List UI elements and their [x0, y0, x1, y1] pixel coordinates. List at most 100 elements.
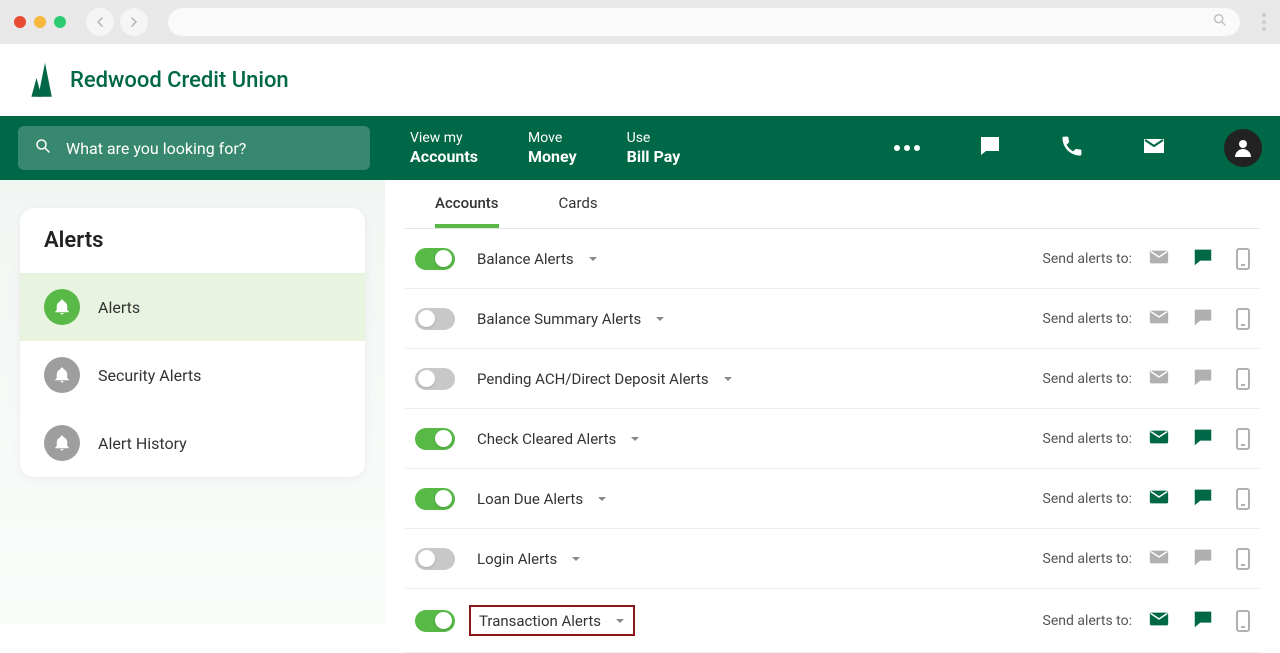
browser-more-button[interactable]	[1262, 13, 1266, 31]
bell-icon	[44, 425, 80, 461]
messages-icon[interactable]	[978, 134, 1002, 162]
alert-row: Pending ACH/Direct Deposit AlertsSend al…	[405, 349, 1260, 409]
url-bar[interactable]	[168, 8, 1240, 36]
phone-icon[interactable]	[1060, 134, 1084, 162]
nav-link-money[interactable]: Move Money	[528, 129, 577, 168]
email-channel-icon[interactable]	[1148, 246, 1170, 272]
maximize-window-button[interactable]	[54, 16, 66, 28]
alert-label-dropdown[interactable]: Transaction Alerts	[469, 605, 635, 636]
channel-icons	[1148, 608, 1250, 634]
minimize-window-button[interactable]	[34, 16, 46, 28]
alert-label: Pending ACH/Direct Deposit Alerts	[477, 370, 709, 388]
sidebar-card: Alerts Alerts Security Alerts Alert Histor…	[20, 208, 365, 477]
email-channel-icon[interactable]	[1148, 486, 1170, 512]
alert-row: Balance Summary Alerts Send alerts to:	[405, 289, 1260, 349]
profile-avatar[interactable]	[1224, 129, 1262, 167]
alert-toggle[interactable]	[415, 548, 455, 570]
chat-channel-icon[interactable]	[1192, 546, 1214, 572]
send-to-label: Send alerts to:	[1043, 491, 1132, 507]
phone-channel-icon[interactable]	[1236, 488, 1250, 510]
alert-label-dropdown[interactable]: Loan Due Alerts	[469, 485, 615, 512]
sidebar-item-security-alerts[interactable]: Security Alerts	[20, 341, 365, 409]
chat-channel-icon[interactable]	[1192, 608, 1214, 634]
email-channel-icon[interactable]	[1148, 426, 1170, 452]
alert-label-dropdown[interactable]: Check Cleared Alerts	[469, 425, 648, 452]
phone-channel-icon[interactable]	[1236, 548, 1250, 570]
sidebar: Alerts Alerts Security Alerts Alert Histor…	[0, 180, 385, 624]
alert-row: Balance AlertsSend alerts to:	[405, 229, 1260, 289]
chat-channel-icon[interactable]	[1192, 366, 1214, 392]
nav-link-billpay[interactable]: Use Bill Pay	[627, 129, 681, 168]
tabs: Accounts Cards	[405, 180, 1260, 229]
phone-channel-icon[interactable]	[1236, 368, 1250, 390]
tab-cards[interactable]: Cards	[559, 194, 598, 228]
alert-row: Loan Due Alerts Send alerts to:	[405, 469, 1260, 529]
alert-label: Login Alerts	[477, 550, 557, 568]
chevron-down-icon	[630, 429, 640, 448]
chat-channel-icon[interactable]	[1192, 306, 1214, 332]
chat-channel-icon[interactable]	[1192, 486, 1214, 512]
close-window-button[interactable]	[14, 16, 26, 28]
channel-icons	[1148, 366, 1250, 392]
send-to-label: Send alerts to:	[1043, 431, 1132, 447]
alert-label-dropdown[interactable]: Login Alerts	[469, 545, 589, 572]
chevron-down-icon	[597, 489, 607, 508]
mail-icon[interactable]	[1142, 134, 1166, 162]
email-channel-icon[interactable]	[1148, 608, 1170, 634]
chevron-down-icon	[655, 309, 665, 328]
email-channel-icon[interactable]	[1148, 546, 1170, 572]
send-to-label: Send alerts to:	[1043, 551, 1132, 567]
email-channel-icon[interactable]	[1148, 366, 1170, 392]
sidebar-item-label: Security Alerts	[98, 366, 201, 385]
back-button[interactable]	[86, 8, 114, 36]
chevron-down-icon	[723, 369, 733, 388]
chat-channel-icon[interactable]	[1192, 246, 1214, 272]
chevron-down-icon	[588, 249, 598, 268]
email-channel-icon[interactable]	[1148, 306, 1170, 332]
alert-toggle[interactable]	[415, 248, 455, 270]
alert-label-dropdown[interactable]: Balance Summary Alerts	[469, 305, 673, 332]
logo-bar: Redwood Credit Union	[0, 44, 1280, 116]
chat-channel-icon[interactable]	[1192, 426, 1214, 452]
alert-row: Check Cleared Alerts Send alerts to:	[405, 409, 1260, 469]
sidebar-item-alert-history[interactable]: Alert History	[20, 409, 365, 477]
sidebar-item-label: Alert History	[98, 434, 187, 453]
alert-toggle[interactable]	[415, 428, 455, 450]
main-nav: View my Accounts Move Money Use Bill Pay	[0, 116, 1280, 180]
more-menu-button[interactable]	[894, 145, 920, 151]
sidebar-item-label: Alerts	[98, 298, 140, 317]
nav-links: View my Accounts Move Money Use Bill Pay	[410, 129, 680, 168]
channel-icons	[1148, 306, 1250, 332]
tab-accounts[interactable]: Accounts	[435, 194, 499, 228]
alert-toggle[interactable]	[415, 308, 455, 330]
alert-list: Balance AlertsSend alerts to:Balance Sum…	[405, 229, 1260, 653]
site-search[interactable]	[18, 126, 370, 170]
traffic-lights	[14, 16, 66, 28]
phone-channel-icon[interactable]	[1236, 428, 1250, 450]
content-panel: AccountsCards Balance AlertsSend alerts …	[385, 180, 1280, 624]
alert-toggle[interactable]	[415, 368, 455, 390]
sidebar-item-alerts[interactable]: Alerts	[20, 273, 365, 341]
main-content: Alerts Alerts Security Alerts Alert Histor…	[0, 180, 1280, 624]
forward-button[interactable]	[120, 8, 148, 36]
send-to-label: Send alerts to:	[1043, 311, 1132, 327]
alert-toggle[interactable]	[415, 488, 455, 510]
alert-label: Balance Summary Alerts	[477, 310, 641, 328]
nav-link-accounts[interactable]: View my Accounts	[410, 129, 478, 168]
send-to-label: Send alerts to:	[1043, 613, 1132, 629]
logo[interactable]: Redwood Credit Union	[28, 58, 289, 102]
phone-channel-icon[interactable]	[1236, 248, 1250, 270]
person-icon	[1231, 136, 1255, 160]
alert-toggle[interactable]	[415, 610, 455, 632]
alert-label-dropdown[interactable]: Balance Alerts	[469, 245, 606, 272]
alert-label-dropdown[interactable]: Pending ACH/Direct Deposit Alerts	[469, 365, 741, 392]
alert-row: Transaction Alerts Send alerts to:	[405, 589, 1260, 653]
browser-nav-buttons	[86, 8, 148, 36]
search-input[interactable]	[66, 139, 354, 158]
phone-channel-icon[interactable]	[1236, 610, 1250, 632]
browser-chrome	[0, 0, 1280, 44]
search-icon	[1212, 12, 1228, 32]
sidebar-title: Alerts	[20, 208, 365, 273]
phone-channel-icon[interactable]	[1236, 308, 1250, 330]
logo-mark-icon	[28, 58, 62, 102]
